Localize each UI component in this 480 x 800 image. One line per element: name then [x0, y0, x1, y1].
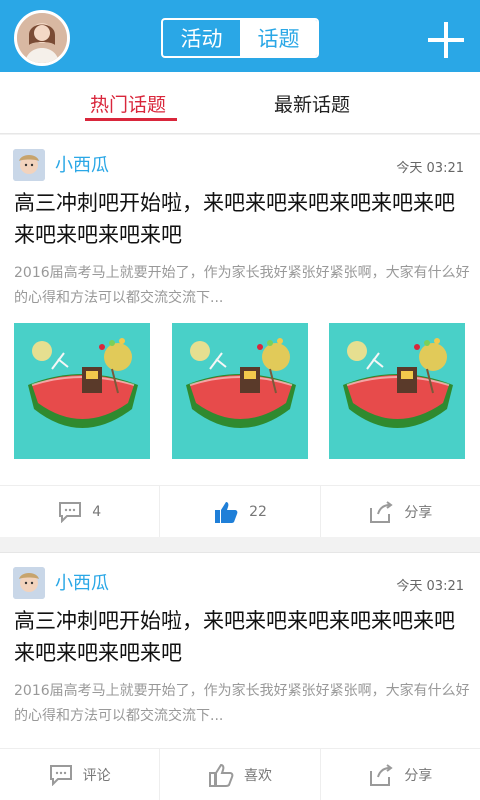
profile-avatar-image [17, 13, 67, 63]
share-icon [370, 500, 393, 523]
share-button[interactable]: 分享 [321, 486, 480, 537]
user-avatar[interactable] [13, 149, 45, 181]
like-button[interactable]: 22 [160, 486, 321, 537]
watermelon-island-image [172, 323, 308, 459]
comment-icon [59, 501, 82, 523]
post-title[interactable]: 高三冲刺吧开始啦，来吧来吧来吧来吧来吧来吧来吧来吧来吧来吧 [14, 605, 470, 669]
segment-control: 活动 话题 [161, 18, 319, 58]
comment-button[interactable]: 评论 [0, 749, 161, 800]
share-icon [370, 763, 393, 786]
active-tab-indicator [85, 118, 177, 121]
watermelon-island-image [14, 323, 150, 459]
post-card[interactable]: 小西瓜 今天 03:21 高三冲刺吧开始啦，来吧来吧来吧来吧来吧来吧来吧来吧来吧… [0, 135, 480, 537]
comment-button[interactable]: 4 [0, 486, 161, 537]
share-label: 分享 [404, 504, 433, 521]
user-avatar[interactable] [13, 567, 45, 599]
post-image[interactable] [14, 323, 150, 459]
top-bar: 活动 话题 [0, 0, 480, 72]
post-excerpt: 2016届高考马上就要开始了，作为家长我好紧张好紧张啊，大家有什么好的心得和方法… [14, 683, 470, 724]
profile-avatar[interactable] [14, 10, 70, 66]
tab-latest-topics[interactable]: 最新话题 [274, 90, 350, 117]
post-time: 今天 03:21 [396, 579, 464, 594]
post-actions: 4 22 分享 [0, 485, 480, 537]
post-card[interactable]: 小西瓜 今天 03:21 高三冲刺吧开始啦，来吧来吧来吧来吧来吧来吧来吧来吧来吧… [0, 552, 480, 800]
user-name[interactable]: 小西瓜 [55, 151, 109, 177]
segment-activity[interactable]: 活动 [163, 20, 240, 56]
segment-topic[interactable]: 话题 [240, 20, 317, 56]
post-image[interactable] [172, 323, 308, 459]
like-count: 22 [249, 503, 267, 520]
post-title[interactable]: 高三冲刺吧开始啦，来吧来吧来吧来吧来吧来吧来吧来吧来吧来吧 [14, 187, 470, 251]
post-actions: 评论 喜欢 分享 [0, 748, 480, 800]
user-name[interactable]: 小西瓜 [55, 569, 109, 595]
like-button[interactable]: 喜欢 [160, 749, 321, 800]
like-label: 喜欢 [243, 767, 272, 784]
comment-count: 4 [92, 503, 102, 520]
thumb-up-icon [208, 763, 234, 787]
user-avatar-image [13, 149, 45, 181]
post-image[interactable] [329, 323, 465, 459]
comment-icon [49, 764, 72, 786]
tab-hot-topics[interactable]: 热门话题 [90, 90, 166, 117]
watermelon-island-image [329, 323, 465, 459]
topic-tabs: 热门话题 最新话题 [0, 72, 480, 134]
thumb-up-icon [215, 501, 238, 523]
post-excerpt: 2016届高考马上就要开始了，作为家长我好紧张好紧张啊，大家有什么好的心得和方法… [14, 265, 470, 306]
comment-label: 评论 [82, 767, 111, 784]
post-time: 今天 03:21 [396, 161, 464, 176]
share-button[interactable]: 分享 [321, 749, 480, 800]
user-avatar-image [13, 567, 45, 599]
share-label: 分享 [404, 767, 433, 784]
add-post-button[interactable] [428, 22, 464, 58]
